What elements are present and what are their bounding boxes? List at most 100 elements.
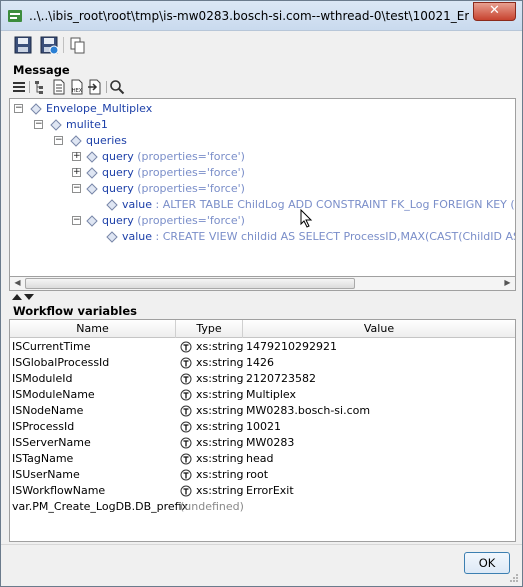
mouse-cursor-icon (300, 209, 313, 228)
ok-button[interactable]: OK (464, 552, 510, 574)
scroll-left-icon[interactable]: ◀ (11, 278, 24, 289)
export-icon[interactable] (87, 79, 103, 95)
close-icon: ✕ (489, 3, 500, 18)
node-attr: (properties='force') (133, 214, 245, 227)
expand-toggle[interactable]: + (72, 168, 81, 177)
variable-value: 1479210292921 (246, 340, 337, 353)
collapse-toggle[interactable]: − (72, 184, 81, 193)
variable-value: 1426 (246, 356, 274, 369)
variable-value: ErrorExit (246, 484, 294, 497)
collapse-toggle[interactable]: − (34, 120, 43, 129)
variable-name: ISModuleName (12, 388, 95, 401)
title-bar[interactable]: ..\..\ibis_root\root\tmp\is-mw0283.bosch… (1, 1, 522, 31)
variable-name: ISUserName (12, 468, 80, 481)
element-node-icon (86, 151, 98, 163)
tree-horizontal-scrollbar[interactable]: ◀ ▶ (9, 276, 516, 291)
node-attr: (properties='force') (133, 182, 245, 195)
node-name: query (properties='force') (102, 182, 245, 195)
splitter-arrows-icon[interactable] (11, 293, 41, 301)
variable-name: var.PM_Create_LogDB.DB_prefix (12, 500, 189, 513)
app-icon (8, 10, 22, 22)
scrollbar-thumb[interactable] (25, 278, 355, 289)
hex-icon[interactable]: HEX (69, 79, 85, 95)
variable-name: ISModuleId (12, 372, 73, 385)
type-icon (180, 485, 192, 497)
variable-type: xs:string (196, 436, 244, 449)
workflow-variables-table: Name Type Value ISCurrentTime xs:string 14… (9, 319, 516, 542)
element-node-icon (70, 135, 82, 147)
table-row[interactable]: var.PM_Create_LogDB.DB_prefix (undefined) (10, 499, 515, 515)
variable-value: head (246, 452, 274, 465)
element-node-icon (30, 103, 42, 115)
message-tree[interactable]: − Envelope_Multiplex − mulite1 − queries… (9, 98, 516, 291)
column-header-name[interactable]: Name (10, 320, 176, 338)
variable-type: xs:string (196, 340, 244, 353)
column-header-value[interactable]: Value (243, 320, 515, 338)
message-label: Message (13, 63, 70, 77)
expand-toggle[interactable]: + (72, 152, 81, 161)
table-row[interactable]: ISUserName xs:string root (10, 467, 515, 483)
variable-type: xs:string (196, 356, 244, 369)
table-row[interactable]: ISNodeName xs:string MW0283.bosch-si.com (10, 403, 515, 419)
column-header-type[interactable]: Type (176, 320, 243, 338)
variable-type: xs:string (196, 372, 244, 385)
variable-type: xs:string (196, 452, 244, 465)
scroll-right-icon[interactable]: ▶ (501, 278, 514, 289)
table-row[interactable]: ISCurrentTime xs:string 1479210292921 (10, 339, 515, 355)
variable-value: (undefined) (180, 500, 244, 513)
collapse-toggle[interactable]: − (72, 216, 81, 225)
table-row[interactable]: ISWorkflowName xs:string ErrorExit (10, 483, 515, 499)
element-node-icon (86, 167, 98, 179)
save-all-icon[interactable] (39, 35, 59, 55)
node-attr: (properties='force') (133, 150, 245, 163)
window-title: ..\..\ibis_root\root\tmp\is-mw0283.bosch… (29, 9, 469, 23)
tree-icon[interactable] (33, 79, 49, 95)
variable-type: xs:string (196, 420, 244, 433)
tree-node-value[interactable]: value : CREATE VIEW childid AS SELECT Pr… (106, 229, 515, 245)
node-name: query (properties='force') (102, 166, 245, 179)
collapse-toggle[interactable]: − (14, 104, 23, 113)
variable-value: root (246, 468, 269, 481)
type-icon (180, 357, 192, 369)
variable-value: MW0283 (246, 436, 295, 449)
search-icon[interactable] (109, 79, 125, 95)
variable-name: ISGlobalProcessId (12, 356, 110, 369)
variable-name: ISWorkflowName (12, 484, 106, 497)
element-node-icon (86, 215, 98, 227)
table-row[interactable]: ISGlobalProcessId xs:string 1426 (10, 355, 515, 371)
node-name: mulite1 (66, 118, 108, 131)
toolbar-divider (63, 37, 64, 53)
type-icon (180, 421, 192, 433)
table-header: Name Type Value (10, 320, 515, 338)
node-name: query (properties='force') (102, 150, 245, 163)
table-row[interactable]: ISModuleId xs:string 2120723582 (10, 371, 515, 387)
table-row[interactable]: ISTagName xs:string head (10, 451, 515, 467)
toolbar-divider (106, 81, 107, 93)
save-icon[interactable] (13, 35, 33, 55)
element-node-icon (50, 119, 62, 131)
type-icon (180, 405, 192, 417)
variable-type: xs:string (196, 388, 244, 401)
variable-type: xs:string (196, 468, 244, 481)
collapse-toggle[interactable]: − (54, 136, 63, 145)
list-icon[interactable] (11, 79, 27, 95)
node-attr: (properties='force') (133, 166, 245, 179)
variable-name: ISNodeName (12, 404, 84, 417)
element-node-icon (106, 199, 118, 211)
variable-name: ISTagName (12, 452, 74, 465)
resize-grip-icon[interactable] (509, 573, 519, 583)
table-row[interactable]: ISProcessId xs:string 10021 (10, 419, 515, 435)
variable-type: xs:string (196, 404, 244, 417)
element-node-icon (106, 231, 118, 243)
workflow-variables-label: Workflow variables (13, 304, 137, 318)
table-row[interactable]: ISModuleName xs:string Multiplex (10, 387, 515, 403)
variable-value: Multiplex (246, 388, 297, 401)
footer-divider (1, 544, 522, 545)
table-row[interactable]: ISServerName xs:string MW0283 (10, 435, 515, 451)
toolbar-divider (29, 81, 30, 93)
node-name: queries (86, 134, 127, 147)
copy-icon[interactable] (67, 35, 87, 55)
type-icon (180, 469, 192, 481)
close-button[interactable]: ✕ (473, 2, 516, 21)
document-icon[interactable] (51, 79, 67, 95)
